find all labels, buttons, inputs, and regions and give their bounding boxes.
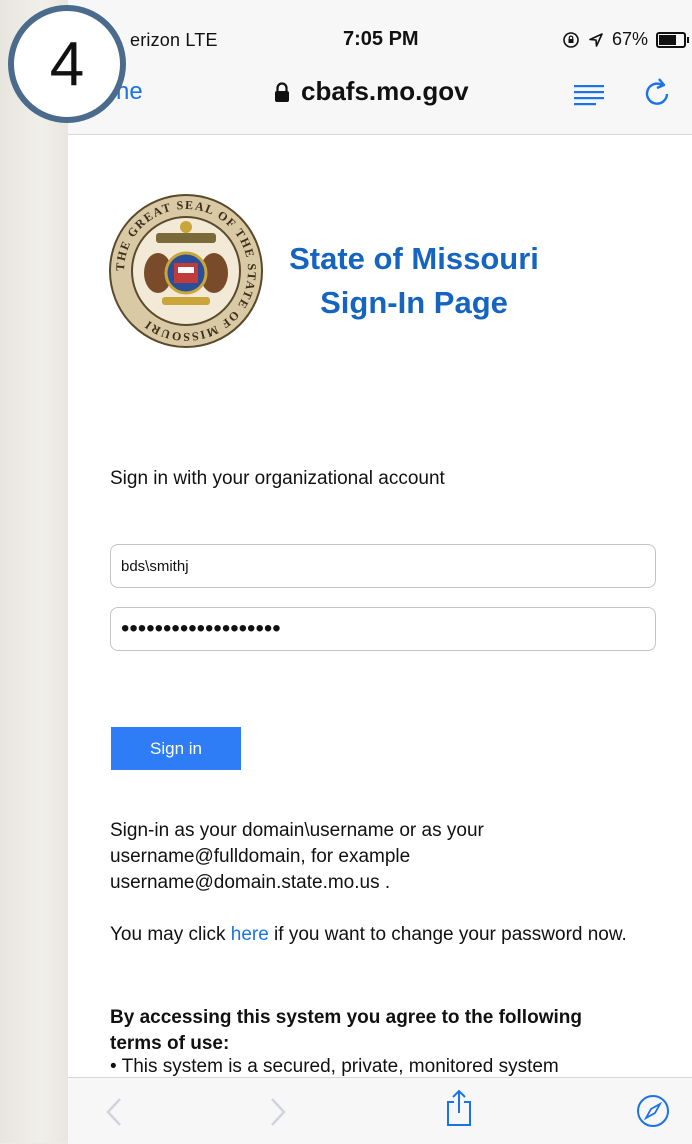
carrier-label: erizon LTE [130, 30, 218, 50]
back-icon[interactable] [104, 1096, 124, 1128]
change-password-link[interactable]: here [231, 924, 269, 945]
battery-percent: 67% [611, 29, 648, 49]
signin-heading: Sign in with your organizational account [110, 468, 445, 489]
missouri-seal-logo: THE GREAT SEAL OF THE STATE OF MISSOURI [109, 194, 263, 348]
url-field[interactable]: cbafs.mo.gov [273, 76, 469, 107]
password-change-note: You may click here if you want to change… [110, 922, 630, 948]
lock-icon [275, 81, 289, 102]
page-title-line1: State of Missouri [289, 241, 539, 276]
rotation-lock-icon [563, 31, 579, 48]
status-bar: erizon LTE 7:05 PM 67% [68, 0, 692, 58]
compass-icon[interactable] [636, 1094, 670, 1128]
url-text: cbafs.mo.gov [301, 76, 469, 106]
terms-heading: By accessing this system you agree to th… [110, 1007, 582, 1054]
terms-line: • This system is a secured, private, mon… [110, 1056, 559, 1076]
battery-icon [656, 31, 689, 48]
username-field[interactable] [110, 544, 656, 588]
password-dots: ••••••••••••••••••• [121, 615, 281, 642]
page-title-line2: Sign-In Page [320, 285, 508, 320]
share-icon[interactable] [444, 1088, 474, 1128]
reader-icon[interactable] [572, 82, 606, 106]
page-title: State of Missouri Sign-In Page [266, 237, 562, 325]
step-badge: 4 [8, 5, 126, 123]
sign-in-button[interactable]: Sign in [111, 727, 241, 770]
phone-screen: erizon LTE 7:05 PM 67% ne cbafs.mo.gov T… [68, 0, 692, 1144]
password-field[interactable]: ••••••••••••••••••• [110, 607, 656, 651]
status-indicators: 67% [562, 29, 689, 50]
bottom-toolbar [68, 1077, 692, 1144]
background-texture [0, 0, 68, 1143]
clock: 7:05 PM [343, 28, 419, 50]
reload-icon[interactable] [642, 76, 674, 110]
signin-help-text: Sign-in as your domain\username or as yo… [110, 820, 484, 893]
forward-icon[interactable] [268, 1096, 288, 1128]
location-icon [589, 32, 603, 47]
pw-note-prefix: You may click [110, 924, 231, 945]
address-bar: ne cbafs.mo.gov [68, 58, 692, 135]
pw-note-suffix: if you want to change your password now. [268, 924, 627, 945]
